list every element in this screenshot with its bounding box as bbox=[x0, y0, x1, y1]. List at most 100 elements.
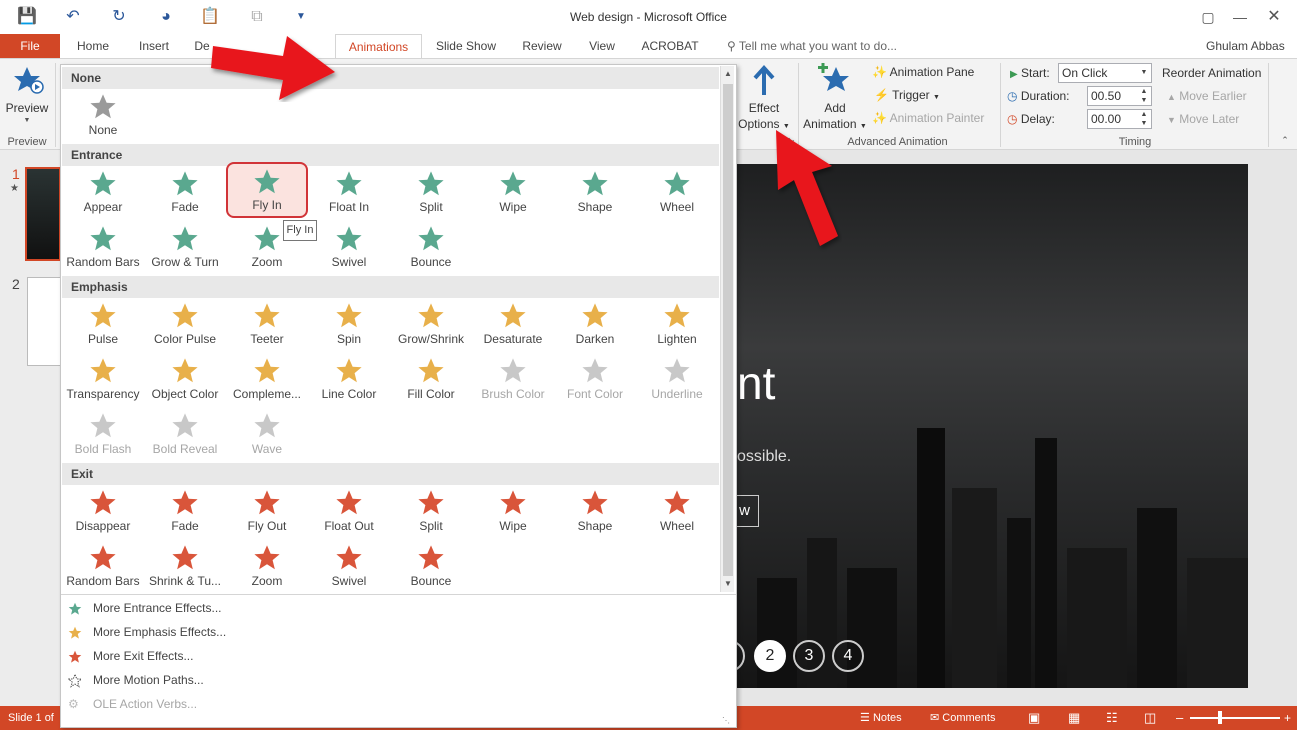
effect-compleme[interactable]: Compleme... bbox=[226, 353, 308, 408]
effect-float-out[interactable]: Float Out bbox=[308, 485, 390, 540]
effect-fly-in[interactable]: Fly In bbox=[226, 162, 308, 218]
effect-random-bars[interactable]: Random Bars bbox=[62, 540, 144, 595]
effect-random-bars[interactable]: Random Bars bbox=[62, 221, 144, 276]
effect-disappear[interactable]: Disappear bbox=[62, 485, 144, 540]
effect-none[interactable]: None bbox=[62, 89, 144, 144]
effect-darken[interactable]: Darken bbox=[554, 298, 636, 353]
effect-color-pulse[interactable]: Color Pulse bbox=[144, 298, 226, 353]
effect-bounce[interactable]: Bounce bbox=[390, 540, 472, 595]
effect-wipe[interactable]: Wipe bbox=[472, 166, 554, 221]
effect-split[interactable]: Split bbox=[390, 166, 472, 221]
effect-wipe[interactable]: Wipe bbox=[472, 485, 554, 540]
preview-dropdown-icon[interactable]: ▼ bbox=[20, 117, 34, 124]
tab-acrobat[interactable]: ACROBAT bbox=[638, 34, 702, 58]
tab-home[interactable]: Home bbox=[70, 34, 116, 58]
effect-float-in[interactable]: Float In bbox=[308, 166, 390, 221]
animation-painter-button[interactable]: ✨ Animation Painter bbox=[872, 111, 984, 125]
slide-dot[interactable]: 3 bbox=[793, 640, 825, 672]
more-entrance-effects[interactable]: More Entrance Effects... bbox=[62, 597, 712, 619]
tab-slide-show[interactable]: Slide Show bbox=[430, 34, 502, 58]
tab-view[interactable]: View bbox=[582, 34, 622, 58]
effect-swivel[interactable]: Swivel bbox=[308, 540, 390, 595]
effect-wheel[interactable]: Wheel bbox=[636, 166, 718, 221]
more-exit-effects[interactable]: More Exit Effects... bbox=[62, 645, 712, 667]
ole-action-verbs[interactable]: ⚙OLE Action Verbs... bbox=[62, 693, 712, 715]
effect-fly-out[interactable]: Fly Out bbox=[226, 485, 308, 540]
scrollbar-thumb[interactable] bbox=[723, 84, 733, 576]
effect-options-icon[interactable] bbox=[752, 65, 776, 97]
notes-button[interactable]: ☰ Notes bbox=[860, 706, 902, 730]
slide-sorter-icon[interactable]: ▦ bbox=[1068, 706, 1080, 730]
zoom-slider-thumb[interactable] bbox=[1218, 711, 1222, 724]
scroll-down-icon[interactable]: ▼ bbox=[721, 576, 735, 592]
zoom-out-icon[interactable]: – bbox=[1176, 706, 1183, 730]
preview-icon[interactable] bbox=[13, 65, 45, 95]
comments-button[interactable]: ✉ Comments bbox=[930, 706, 995, 730]
effect-grow-turn[interactable]: Grow & Turn bbox=[144, 221, 226, 276]
effect-object-color[interactable]: Object Color bbox=[144, 353, 226, 408]
effect-shape[interactable]: Shape bbox=[554, 485, 636, 540]
effect-wheel[interactable]: Wheel bbox=[636, 485, 718, 540]
close-icon[interactable]: ✕ bbox=[1260, 6, 1288, 28]
slideshow-icon[interactable]: ◫ bbox=[1144, 706, 1156, 730]
tab-insert[interactable]: Insert bbox=[131, 34, 177, 58]
normal-view-icon[interactable]: ▣ bbox=[1028, 706, 1040, 730]
effect-pulse[interactable]: Pulse bbox=[62, 298, 144, 353]
effect-teeter[interactable]: Teeter bbox=[226, 298, 308, 353]
effect-fade[interactable]: Fade bbox=[144, 485, 226, 540]
triangle-down-icon: ▼ bbox=[1167, 115, 1176, 125]
add-animation-icon[interactable] bbox=[816, 63, 852, 97]
tab-file[interactable]: File bbox=[0, 34, 60, 58]
effect-line-color[interactable]: Line Color bbox=[308, 353, 390, 408]
emphasis-star-icon bbox=[171, 357, 199, 385]
slide-thumbnail[interactable] bbox=[25, 167, 61, 261]
slide-thumbnail[interactable] bbox=[27, 277, 61, 366]
move-later-button[interactable]: ▼ Move Later bbox=[1167, 112, 1239, 126]
more-motion-paths[interactable]: More Motion Paths... bbox=[62, 669, 712, 691]
move-earlier-button[interactable]: ▲ Move Earlier bbox=[1167, 89, 1247, 103]
minimize-icon[interactable]: — bbox=[1226, 6, 1254, 28]
start-select[interactable]: On Click▼ bbox=[1058, 63, 1152, 83]
slide-subtitle[interactable]: ossible. bbox=[737, 448, 791, 466]
effect-lighten[interactable]: Lighten bbox=[636, 298, 718, 353]
effect-fill-color[interactable]: Fill Color bbox=[390, 353, 472, 408]
tell-me-box[interactable]: ⚲ Tell me what you want to do... bbox=[727, 34, 897, 58]
reading-view-icon[interactable]: ☷ bbox=[1106, 706, 1118, 730]
tab-review[interactable]: Review bbox=[517, 34, 567, 58]
effect-split[interactable]: Split bbox=[390, 485, 472, 540]
slide-heading[interactable]: nt bbox=[737, 356, 775, 410]
entrance-star-icon bbox=[581, 170, 609, 198]
slide-number: 1 bbox=[12, 166, 20, 182]
ribbon-display-icon[interactable]: ▢ bbox=[1194, 6, 1222, 28]
slide-dot[interactable]: 4 bbox=[832, 640, 864, 672]
duration-input[interactable]: 00.50▲▼ bbox=[1087, 86, 1152, 106]
effect-desaturate[interactable]: Desaturate bbox=[472, 298, 554, 353]
scroll-up-icon[interactable]: ▲ bbox=[721, 66, 735, 82]
resize-grip-icon[interactable]: ⋱ bbox=[722, 716, 730, 725]
preview-button[interactable]: Preview bbox=[4, 101, 50, 115]
effect-shape[interactable]: Shape bbox=[554, 166, 636, 221]
exit-star-icon bbox=[663, 489, 691, 517]
effect-zoom[interactable]: Zoom bbox=[226, 540, 308, 595]
effect-swivel[interactable]: Swivel bbox=[308, 221, 390, 276]
tab-animations[interactable]: Animations bbox=[335, 34, 422, 58]
effect-grow-shrink[interactable]: Grow/Shrink bbox=[390, 298, 472, 353]
effect-spin[interactable]: Spin bbox=[308, 298, 390, 353]
animation-pane-button[interactable]: ✨ Animation Pane bbox=[872, 65, 974, 79]
spinner-icon[interactable]: ▲▼ bbox=[1137, 87, 1151, 105]
zoom-in-icon[interactable]: + bbox=[1284, 706, 1291, 730]
effect-appear[interactable]: Appear bbox=[62, 166, 144, 221]
gallery-scrollbar[interactable]: ▲ ▼ bbox=[720, 66, 734, 592]
effect-bounce[interactable]: Bounce bbox=[390, 221, 472, 276]
user-name[interactable]: Ghulam Abbas bbox=[1206, 34, 1285, 58]
more-emphasis-effects[interactable]: More Emphasis Effects... bbox=[62, 621, 712, 643]
delay-input[interactable]: 00.00▲▼ bbox=[1087, 109, 1152, 129]
trigger-button[interactable]: ⚡ Trigger ▼ bbox=[874, 88, 940, 102]
effect-shrink-tu[interactable]: Shrink & Tu... bbox=[144, 540, 226, 595]
collapse-ribbon-icon[interactable]: ⌃ bbox=[1278, 135, 1292, 146]
slide-dot[interactable]: 2 bbox=[754, 640, 786, 672]
effect-fade[interactable]: Fade bbox=[144, 166, 226, 221]
effect-transparency[interactable]: Transparency bbox=[62, 353, 144, 408]
spinner-icon[interactable]: ▲▼ bbox=[1137, 110, 1151, 128]
zoom-slider[interactable] bbox=[1190, 717, 1280, 719]
